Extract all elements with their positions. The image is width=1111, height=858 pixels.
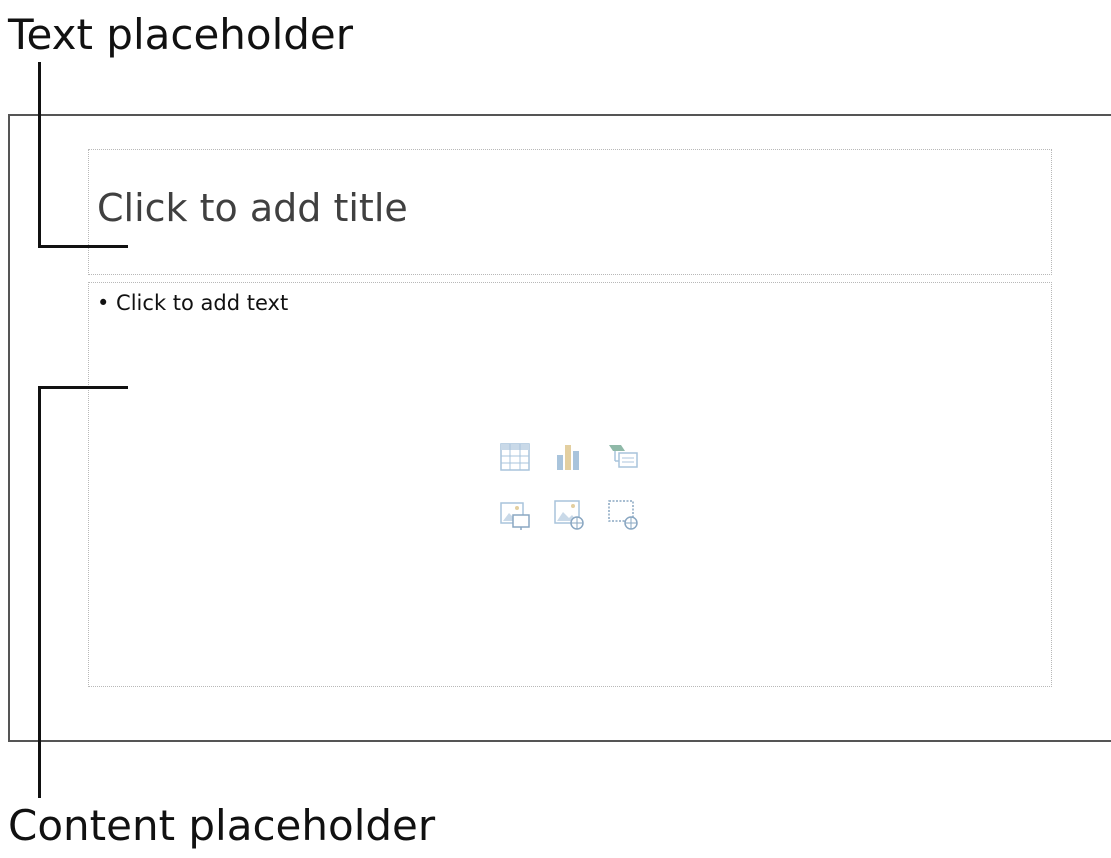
insert-table-icon[interactable] xyxy=(497,439,533,475)
body-prompt: • Click to add text xyxy=(97,291,289,315)
insert-online-picture-icon[interactable] xyxy=(551,497,587,533)
insert-video-icon[interactable] xyxy=(605,497,641,533)
title-prompt: Click to add title xyxy=(97,186,408,230)
content-placeholder-label: Content placeholder xyxy=(8,801,436,850)
content-placeholder-leader-vertical xyxy=(38,386,41,798)
text-placeholder-leader-horizontal xyxy=(38,245,128,248)
insert-chart-icon[interactable] xyxy=(551,439,587,475)
insert-picture-icon[interactable] xyxy=(497,497,533,533)
text-placeholder-label: Text placeholder xyxy=(8,10,354,59)
title-placeholder[interactable]: Click to add title xyxy=(88,149,1052,275)
slide-canvas: Click to add title • Click to add text xyxy=(8,114,1111,742)
content-placeholder-leader-horizontal xyxy=(38,386,128,389)
text-placeholder-leader-vertical xyxy=(38,62,41,248)
insert-smartart-icon[interactable] xyxy=(605,439,641,475)
content-placeholder[interactable]: • Click to add text xyxy=(88,282,1052,687)
content-icon-grid xyxy=(497,439,647,539)
